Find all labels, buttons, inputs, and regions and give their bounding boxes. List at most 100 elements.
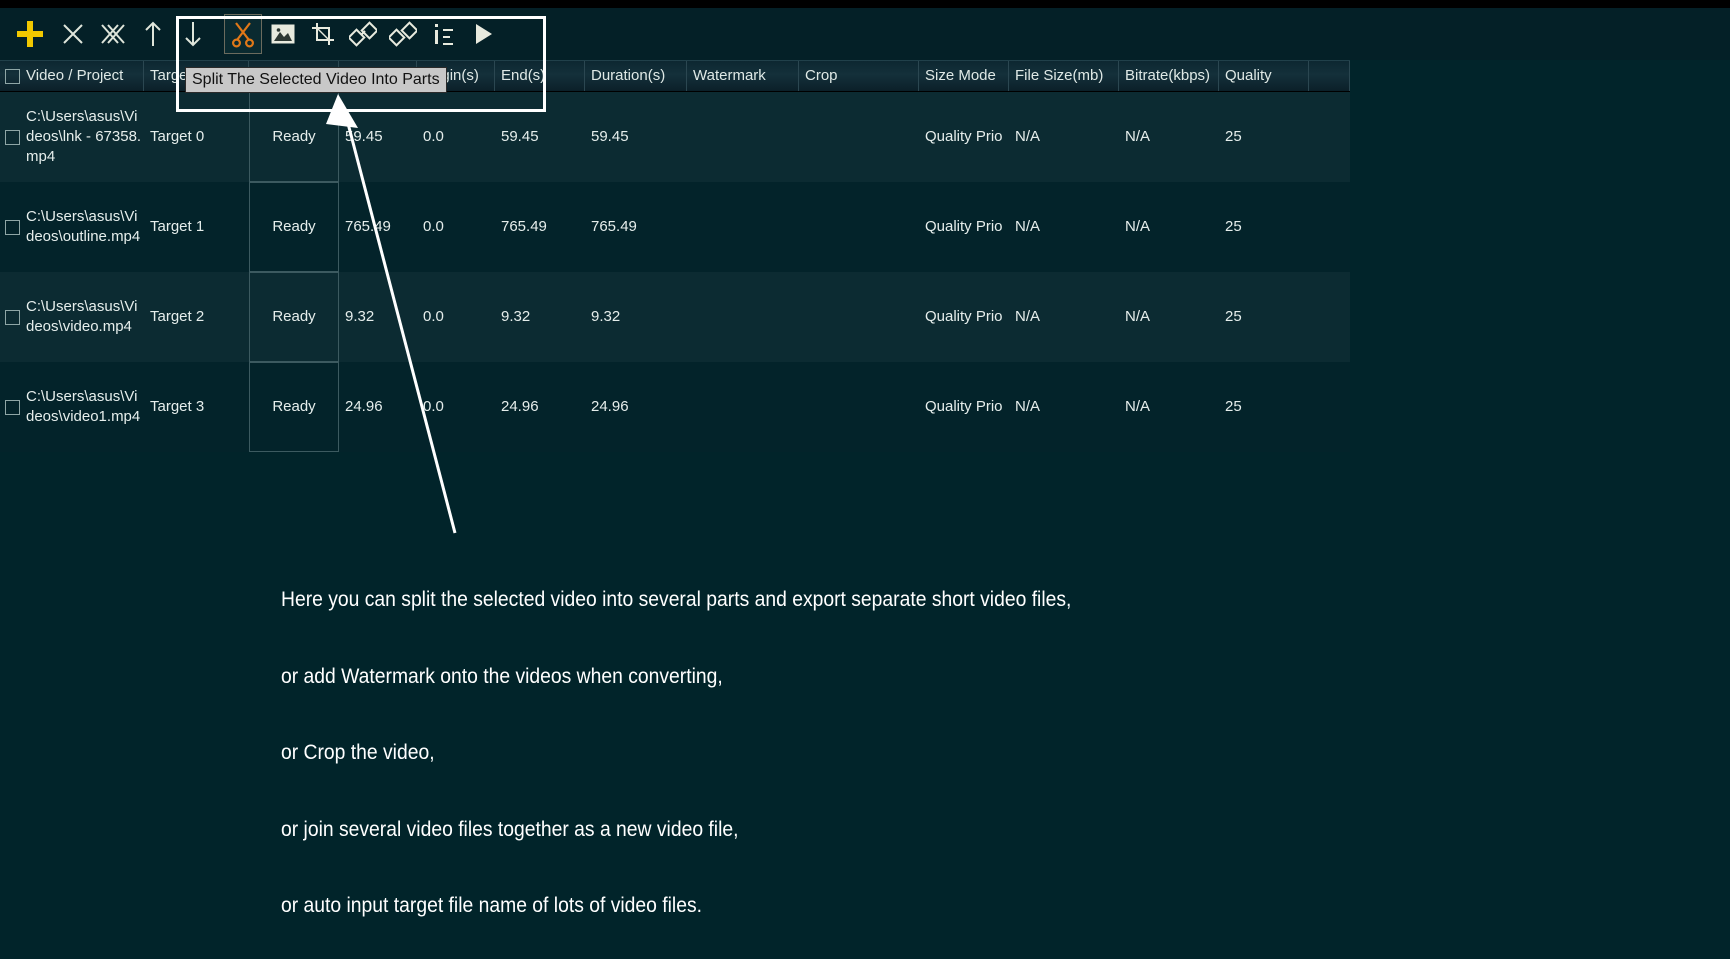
add-file-button[interactable] (8, 14, 52, 54)
cell-start[interactable]: 9.32 (339, 272, 417, 362)
cell-file-path: C:\Users\asus\Videos\video1.mp4 (26, 388, 141, 425)
move-up-button[interactable] (134, 14, 172, 54)
cell-begin[interactable]: 0.0 (417, 362, 495, 452)
table-row[interactable]: C:\Users\asus\Videos\video1.mp4 Target 3… (0, 362, 1350, 452)
row-checkbox[interactable] (5, 309, 20, 325)
table-row[interactable]: C:\Users\asus\Videos\video.mp4 Target 2 … (0, 272, 1350, 362)
cell-video-project[interactable]: C:\Users\asus\Videos\lnk - 67358.mp4 (0, 92, 144, 182)
header-watermark[interactable]: Watermark (687, 61, 799, 91)
cell-end[interactable]: 765.49 (495, 182, 585, 272)
cell-file-size[interactable]: N/A (1009, 92, 1119, 182)
cell-size-mode[interactable]: Quality Prio (919, 362, 1009, 452)
cell-video-project[interactable]: C:\Users\asus\Videos\video1.mp4 (0, 362, 144, 452)
cell-start[interactable]: 59.45 (339, 92, 417, 182)
annotation-line-4: or join several video files together as … (281, 817, 739, 841)
cell-crop[interactable] (799, 182, 919, 272)
cell-status[interactable]: Ready (249, 272, 339, 362)
header-video-project[interactable]: Video / Project (0, 61, 144, 91)
arrow-up-icon (142, 20, 164, 48)
cell-start[interactable]: 765.49 (339, 182, 417, 272)
video-converter-window: Video / Project Target Status Start(s) B… (0, 8, 1730, 959)
cell-watermark[interactable] (687, 362, 799, 452)
annotation-line-3: or Crop the video, (281, 741, 435, 764)
play-icon (470, 21, 496, 47)
cell-video-project[interactable]: C:\Users\asus\Videos\video.mp4 (0, 272, 144, 362)
link-broken-icon (389, 21, 417, 47)
cell-end[interactable]: 9.32 (495, 272, 585, 362)
cell-status[interactable]: Ready (249, 362, 339, 452)
split-video-button[interactable] (224, 14, 262, 54)
link-icon (349, 21, 377, 47)
cell-size-mode[interactable]: Quality Prio (919, 92, 1009, 182)
cell-duration[interactable]: 9.32 (585, 272, 687, 362)
cell-target[interactable]: Target 2 (144, 272, 249, 362)
cell-end[interactable]: 24.96 (495, 362, 585, 452)
select-all-checkbox[interactable] (5, 68, 20, 84)
auto-name-button[interactable] (424, 14, 462, 54)
crop-button[interactable] (304, 14, 342, 54)
cell-status[interactable]: Ready (249, 182, 339, 272)
main-toolbar (0, 8, 1730, 60)
cell-watermark[interactable] (687, 182, 799, 272)
cell-size-mode[interactable]: Quality Prio (919, 182, 1009, 272)
cell-status[interactable]: Ready (249, 92, 339, 182)
cell-file-size[interactable]: N/A (1009, 182, 1119, 272)
cell-file-size[interactable]: N/A (1009, 272, 1119, 362)
cell-quality[interactable]: 25 (1219, 272, 1309, 362)
cell-quality[interactable]: 25 (1219, 362, 1309, 452)
crop-icon (310, 21, 336, 47)
cell-size-mode[interactable]: Quality Prio (919, 272, 1009, 362)
header-size-mode[interactable]: Size Mode (919, 61, 1009, 91)
header-filler (1309, 61, 1350, 91)
row-checkbox[interactable] (5, 129, 20, 145)
cell-begin[interactable]: 0.0 (417, 182, 495, 272)
cell-target[interactable]: Target 1 (144, 182, 249, 272)
image-icon (270, 22, 296, 46)
cell-start[interactable]: 24.96 (339, 362, 417, 452)
cell-duration[interactable]: 59.45 (585, 92, 687, 182)
remove-all-button[interactable] (94, 14, 132, 54)
annotation-line-2: or add Watermark onto the videos when co… (281, 664, 723, 688)
cell-bitrate[interactable]: N/A (1119, 92, 1219, 182)
cell-crop[interactable] (799, 272, 919, 362)
cell-watermark[interactable] (687, 272, 799, 362)
cell-bitrate[interactable]: N/A (1119, 362, 1219, 452)
cell-end[interactable]: 59.45 (495, 92, 585, 182)
cell-watermark[interactable] (687, 92, 799, 182)
cell-begin[interactable]: 0.0 (417, 272, 495, 362)
table-row[interactable]: C:\Users\asus\Videos\outline.mp4 Target … (0, 182, 1350, 272)
header-duration[interactable]: Duration(s) (585, 61, 687, 91)
remove-file-button[interactable] (54, 14, 92, 54)
unlink-videos-button[interactable] (384, 14, 422, 54)
cell-bitrate[interactable]: N/A (1119, 272, 1219, 362)
cell-begin[interactable]: 0.0 (417, 92, 495, 182)
cell-quality[interactable]: 25 (1219, 182, 1309, 272)
cell-bitrate[interactable]: N/A (1119, 182, 1219, 272)
close-x-icon (60, 21, 86, 47)
cell-filler (1309, 182, 1350, 272)
cell-video-project[interactable]: C:\Users\asus\Videos\outline.mp4 (0, 182, 144, 272)
table-row[interactable]: C:\Users\asus\Videos\lnk - 67358.mp4 Tar… (0, 92, 1350, 182)
header-file-size[interactable]: File Size(mb) (1009, 61, 1119, 91)
annotation-text: Here you can split the selected video in… (281, 536, 1071, 959)
cell-duration[interactable]: 24.96 (585, 362, 687, 452)
row-checkbox[interactable] (5, 219, 20, 235)
header-bitrate[interactable]: Bitrate(kbps) (1119, 61, 1219, 91)
play-button[interactable] (464, 14, 502, 54)
cell-filler (1309, 92, 1350, 182)
header-quality[interactable]: Quality (1219, 61, 1309, 91)
cell-file-size[interactable]: N/A (1009, 362, 1119, 452)
watermark-button[interactable] (264, 14, 302, 54)
cell-target[interactable]: Target 3 (144, 362, 249, 452)
cell-duration[interactable]: 765.49 (585, 182, 687, 272)
row-checkbox[interactable] (5, 399, 20, 415)
cell-crop[interactable] (799, 92, 919, 182)
join-videos-button[interactable] (344, 14, 382, 54)
header-end[interactable]: End(s) (495, 61, 585, 91)
move-down-button[interactable] (174, 14, 212, 54)
cell-filler (1309, 272, 1350, 362)
cell-crop[interactable] (799, 362, 919, 452)
header-crop[interactable]: Crop (799, 61, 919, 91)
cell-quality[interactable]: 25 (1219, 92, 1309, 182)
cell-target[interactable]: Target 0 (144, 92, 249, 182)
